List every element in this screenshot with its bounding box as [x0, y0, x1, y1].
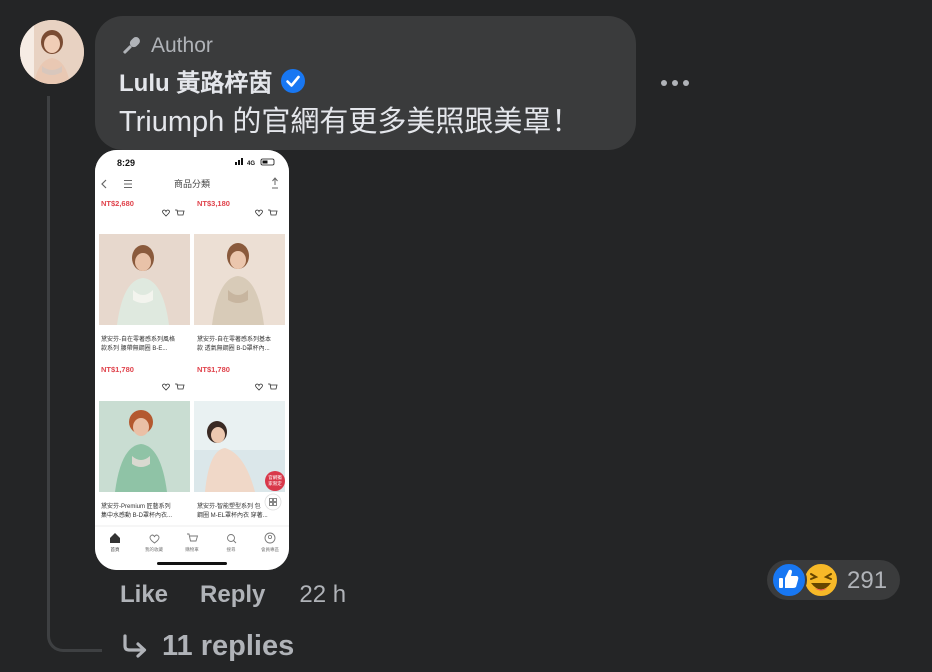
product-image — [194, 234, 285, 325]
product-image — [99, 401, 190, 492]
replies-label: 11 replies — [162, 630, 295, 662]
product-title: 黛安芬-Premium 匠藝系列 — [101, 502, 171, 510]
like-button[interactable]: Like — [120, 581, 168, 609]
nav-label: 首頁 — [111, 546, 120, 553]
promo-tag: 官網獨 — [268, 474, 282, 481]
product-title: 黛安芬-自在零著感系列基本 — [197, 335, 271, 343]
product-title: 黛安芬-智能塑型系列 包 — [197, 502, 261, 510]
author-avatar[interactable] — [20, 20, 84, 84]
timestamp[interactable]: 22 h — [299, 581, 346, 609]
comment-bubble: Author Lulu 黃路梓茵 Triumph 的官網有更多美照跟美罩！ — [95, 16, 636, 150]
status-time: 8:29 — [117, 158, 135, 168]
author-badge: Author — [119, 34, 213, 58]
avatar-photo — [20, 20, 84, 84]
grid-view-button — [264, 493, 282, 511]
screenshot-attachment[interactable]: 8:29 4G 商品分類 NT$2,680 NT$3,180 黛安芬-自在零著感… — [95, 150, 289, 570]
page-title: 商品分類 — [174, 178, 210, 189]
reactions-summary[interactable]: 291 — [767, 560, 900, 600]
more-options-button[interactable] — [655, 66, 695, 100]
nav-label: 我的收藏 — [145, 546, 163, 553]
promo-tag: 家限定 — [268, 480, 282, 487]
view-replies-button[interactable]: 11 replies — [120, 630, 294, 663]
product-price: NT$1,780 — [101, 365, 134, 374]
author-badge-label: Author — [151, 34, 213, 57]
microphone-icon — [123, 37, 140, 54]
product-image — [99, 234, 190, 325]
author-name[interactable]: Lulu 黃路梓茵 — [119, 63, 272, 98]
more-dot-icon — [672, 80, 678, 86]
verified-icon — [281, 68, 306, 93]
author-name-row: Lulu 黃路梓茵 — [119, 63, 306, 98]
product-title: 黛安芬-自在零著感系列風格 — [101, 335, 175, 343]
product-title: 款 透氣無鋼圈 B-D罩杯內... — [197, 344, 270, 352]
reaction-icons — [771, 562, 839, 598]
reaction-count: 291 — [847, 567, 888, 594]
nav-label: 會員專區 — [261, 546, 279, 553]
phone-screenshot: 8:29 4G 商品分類 NT$2,680 NT$3,180 黛安芬-自在零著感… — [95, 150, 289, 570]
reply-button[interactable]: Reply — [200, 581, 265, 609]
thread-connector-line — [47, 96, 102, 652]
more-dot-icon — [683, 80, 689, 86]
nav-label: 購物車 — [185, 546, 199, 553]
comment-actions: Like Reply 22 h — [120, 581, 346, 609]
comment-text: Triumph 的官網有更多美照跟美罩！ — [119, 106, 581, 138]
product-title: 集中水感動 B-D罩杯內衣... — [101, 511, 172, 519]
product-title: 鋼圈 M-EL罩杯內衣 穿著... — [197, 511, 268, 519]
more-dot-icon — [661, 80, 667, 86]
reply-arrow-icon — [123, 633, 147, 658]
product-price: NT$3,180 — [197, 199, 230, 208]
like-icon — [771, 562, 807, 598]
network-label: 4G — [247, 161, 255, 167]
product-price: NT$2,680 — [101, 199, 134, 208]
product-title: 款系列 腰帶無鋼圈 B-E... — [101, 344, 168, 352]
nav-label: 搜尋 — [227, 546, 236, 553]
product-price: NT$1,780 — [197, 365, 230, 374]
home-indicator — [157, 562, 227, 565]
haha-icon — [803, 562, 839, 598]
